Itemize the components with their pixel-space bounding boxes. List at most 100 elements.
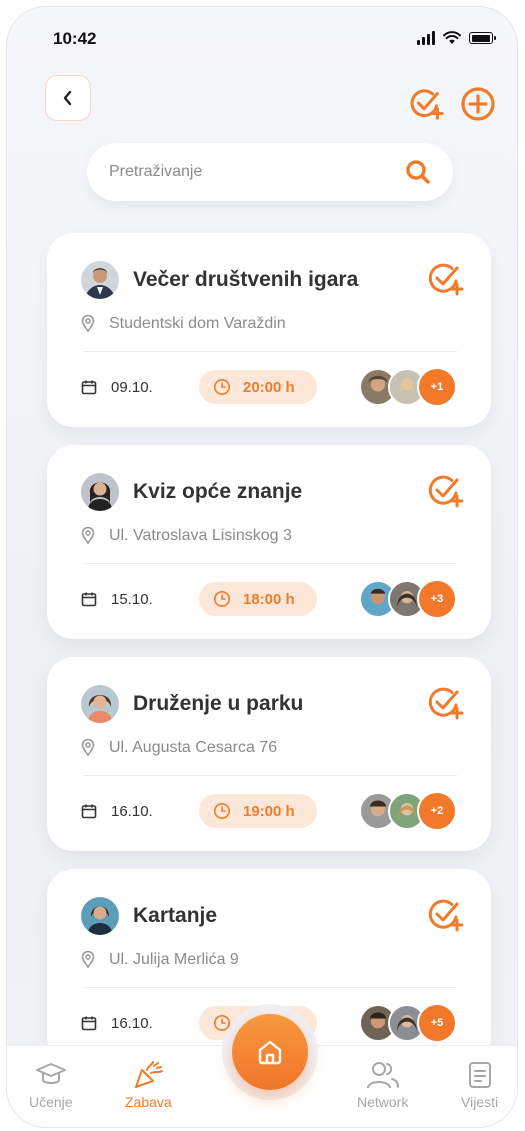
add-event-button[interactable] [459,85,497,123]
event-header: Druženje u parku [81,685,303,723]
divider [83,987,457,988]
event-time: 18:00 h [199,582,317,616]
news-icon [468,1062,491,1088]
nav-item-vijesti[interactable]: Vijesti [461,1060,498,1110]
event-location-text: Ul. Augusta Cesarca 76 [109,739,278,756]
signal-icon [417,31,435,45]
chevron-left-icon [63,90,72,106]
nav-item-network[interactable]: Network [357,1060,408,1110]
calendar-icon [81,804,97,819]
event-time-text: 20:00 h [243,378,295,396]
attendees[interactable]: +2 [359,791,457,831]
calendar-icon [81,592,97,607]
event-header: Kviz opće znanje [81,473,302,511]
organizer-avatar [81,473,119,511]
event-location: Ul. Vatroslava Lisinskog 3 [81,527,292,545]
home-button[interactable] [232,1014,308,1090]
event-footer: 15.10. 18:00 h +3 [81,579,457,619]
event-date: 16.10. [81,803,199,820]
organizer-avatar [81,261,119,299]
home-icon [258,1040,282,1065]
nav-item-zabava[interactable]: Zabava [125,1060,172,1110]
event-card[interactable]: Kviz opće znanje Ul. Vatroslava Lisinsko… [47,445,491,639]
party-popper-icon [135,1061,164,1088]
more-attendees-badge: +5 [417,1003,457,1043]
check-plus-icon[interactable] [425,259,465,299]
divider [83,775,457,776]
more-attendees-badge: +2 [417,791,457,831]
graduation-cap-icon [35,1063,66,1084]
check-plus-icon[interactable] [425,471,465,511]
event-card[interactable]: Druženje u parku Ul. Augusta Cesarca 76 … [47,657,491,851]
more-attendees-badge: +3 [417,579,457,619]
event-date-text: 15.10. [111,590,153,608]
event-location: Ul. Julija Merlića 9 [81,951,239,969]
search-bar[interactable] [87,143,453,201]
wifi-icon [443,31,461,44]
event-time-text: 18:00 h [243,590,295,608]
event-date-text: 09.10. [111,378,153,396]
event-time-text: 19:00 h [243,802,295,820]
attendees[interactable]: +3 [359,579,457,619]
attendees[interactable]: +1 [359,367,457,407]
event-footer: 09.10. 20:00 h +1 [81,367,457,407]
event-header: Večer društvenih igara [81,261,358,299]
event-time: 19:00 h [199,794,317,828]
divider [83,351,457,352]
location-pin-icon [81,527,95,545]
event-title: Večer društvenih igara [133,268,359,291]
battery-icon [469,32,496,44]
organizer-avatar [81,897,119,935]
event-location: Studentski dom Varaždin [81,315,286,333]
status-time: 10:42 [53,29,97,48]
check-plus-icon [410,89,444,120]
event-location-text: Studentski dom Varaždin [109,315,286,332]
clock-icon [214,1015,230,1031]
event-date-text: 16.10. [111,1014,153,1032]
plus-circle-icon [461,87,495,121]
event-date: 09.10. [81,379,199,396]
event-time: 20:00 h [199,370,317,404]
attendees[interactable]: +5 [359,1003,457,1043]
event-date: 15.10. [81,591,199,608]
top-actions [407,85,497,123]
event-header: Kartanje [81,897,217,935]
event-date-text: 16.10. [111,802,153,820]
nav-label: Network [357,1094,409,1110]
event-title: Kartanje [133,904,218,927]
phone-screen: 10:42 Pretraživanje Večer društvenih iga… [6,6,518,1128]
nav-item-ucenje[interactable]: Učenje [29,1060,73,1110]
event-title: Druženje u parku [133,692,304,715]
status-icons [417,31,496,45]
event-location-text: Ul. Vatroslava Lisinskog 3 [109,527,292,544]
event-footer: 16.10. 19:00 h +2 [81,791,457,831]
event-title: Kviz opće znanje [133,480,303,503]
status-bar: 10:42 [7,7,517,67]
users-icon [366,1062,399,1089]
back-button[interactable] [45,75,91,121]
nav-label: Zabava [125,1094,172,1110]
nav-label: Učenje [29,1094,73,1110]
bottom-nav: Učenje Zabava Network Vijesti [7,1014,517,1127]
nav-label: Vijesti [461,1094,499,1110]
calendar-icon [81,380,97,395]
search-icon[interactable] [405,159,431,185]
divider [83,563,457,564]
organizer-avatar [81,685,119,723]
check-plus-icon[interactable] [425,895,465,935]
search-input[interactable] [109,163,405,181]
clock-icon [214,379,230,395]
event-location: Ul. Augusta Cesarca 76 [81,739,277,757]
event-card[interactable]: Večer društvenih igara Studentski dom Va… [47,233,491,427]
location-pin-icon [81,951,95,969]
calendar-icon [81,1016,97,1031]
clock-icon [214,803,230,819]
event-location-text: Ul. Julija Merlića 9 [109,951,239,968]
clock-icon [214,591,230,607]
more-attendees-badge: +1 [417,367,457,407]
location-pin-icon [81,739,95,757]
location-pin-icon [81,315,95,333]
event-date: 16.10. [81,1015,199,1032]
join-event-button[interactable] [407,85,445,123]
check-plus-icon[interactable] [425,683,465,723]
